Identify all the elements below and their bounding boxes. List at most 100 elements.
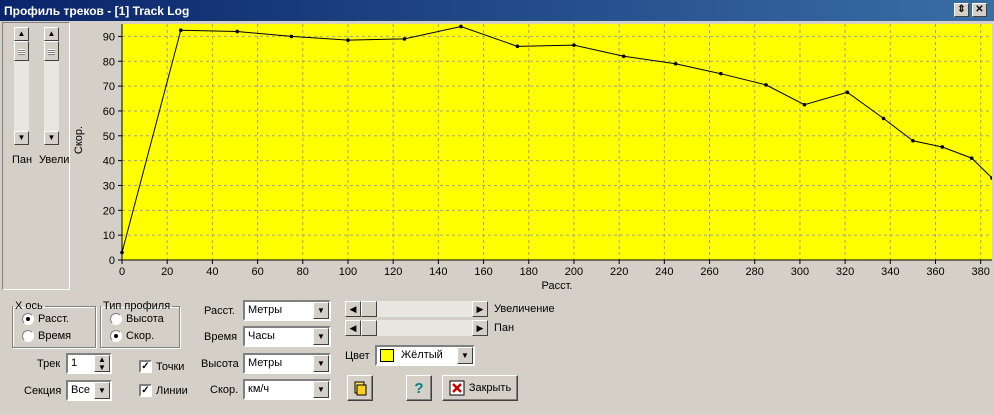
track-spinner[interactable]: 1 ▲ ▼ (66, 353, 112, 374)
pan-horizontal-slider[interactable]: ◀ ▶ (345, 320, 488, 336)
lines-checkbox[interactable]: ✓ Линии (139, 384, 188, 397)
data-point (764, 83, 768, 87)
track-profile-window: Профиль треков - [1] Track Log ⇕ ✕ ▲ ▼ ▲… (0, 0, 994, 415)
close-window-button[interactable]: ✕ (972, 3, 987, 17)
x-tick-label: 60 (251, 266, 263, 278)
chevron-down-icon[interactable]: ▼ (457, 347, 473, 364)
profile-radio-altitude[interactable]: Высота (110, 313, 164, 325)
help-button[interactable]: ? (406, 375, 432, 401)
distance-unit-label: Расст. (204, 305, 235, 317)
close-button-label: Закрыть (468, 382, 512, 394)
color-swatch (380, 349, 394, 362)
altitude-unit-label: Высота (201, 358, 239, 370)
data-point (346, 38, 350, 42)
pan-slider-text: Пан (494, 322, 515, 334)
title-bar: Профиль треков - [1] Track Log ⇕ ✕ (0, 0, 994, 21)
profile-type-group-legend: Тип профиля (103, 300, 171, 312)
chart-svg: 0 20 40 60 80 100 120 140 160 180 200 220 240 260 280 3… (73, 24, 994, 292)
pan-vertical-slider[interactable]: ▲ ▼ (14, 27, 29, 145)
chevron-down-icon[interactable]: ▼ (313, 355, 329, 372)
data-point (940, 145, 945, 149)
zoom-h-thumb[interactable] (361, 301, 377, 317)
data-point (845, 90, 850, 95)
pan-h-thumb[interactable] (361, 320, 377, 336)
zoom-up-arrow-icon[interactable]: ▲ (44, 27, 59, 41)
data-point (572, 43, 576, 47)
section-value: Все (71, 384, 90, 396)
zoom-horizontal-slider[interactable]: ◀ ▶ (345, 301, 488, 317)
zoom-slider-thumb[interactable] (44, 41, 59, 61)
plot-background (122, 24, 992, 260)
data-point (459, 24, 463, 29)
data-point (719, 71, 723, 76)
window-title: Профиль треков - [1] Track Log (4, 4, 190, 18)
y-tick-label: 80 (103, 56, 115, 68)
y-tick-label: 70 (103, 81, 115, 93)
distance-unit-select[interactable]: Метры ▼ (243, 300, 331, 321)
radio-altitude-indicator[interactable] (110, 313, 122, 325)
zoom-vertical-slider[interactable]: ▲ ▼ (44, 27, 59, 145)
pan-down-arrow-icon[interactable]: ▼ (14, 131, 29, 145)
chevron-down-icon[interactable]: ▼ (313, 381, 329, 398)
x-axis-label: Расст. (542, 280, 573, 292)
copy-button[interactable] (347, 375, 373, 401)
time-unit-select[interactable]: Часы ▼ (243, 326, 331, 347)
points-checkbox-label: Точки (156, 360, 185, 373)
pan-right-arrow-icon[interactable]: ▶ (472, 320, 488, 336)
chevron-down-icon[interactable]: ▼ (94, 382, 110, 399)
lines-check-icon[interactable]: ✓ (139, 384, 152, 397)
color-select[interactable]: Жёлтый ▼ (375, 345, 475, 366)
radio-speed-indicator[interactable] (110, 330, 122, 342)
x-tick-label: 360 (926, 266, 944, 278)
lines-checkbox-label: Линии (156, 384, 188, 397)
x-axis-group-legend: X ось (15, 300, 43, 312)
zoom-right-arrow-icon[interactable]: ▶ (472, 301, 488, 317)
x-axis-radio-time[interactable]: Время (22, 330, 71, 342)
data-point (120, 250, 124, 255)
x-tick-label: 240 (655, 266, 673, 278)
x-tick-label: 160 (474, 266, 492, 278)
data-point (881, 116, 886, 121)
track-spin-arrows-icon[interactable]: ▲ ▼ (94, 355, 110, 372)
x-tick-label: 260 (700, 266, 718, 278)
x-tick-label: 180 (520, 266, 538, 278)
distance-unit-value: Метры (248, 304, 283, 316)
section-label: Секция (24, 385, 62, 397)
x-tick-label: 0 (119, 266, 125, 278)
chevron-down-icon[interactable]: ▼ (313, 302, 329, 319)
section-select[interactable]: Все ▼ (66, 380, 112, 401)
color-value: Жёлтый (401, 349, 443, 361)
restore-button[interactable]: ⇕ (954, 3, 969, 17)
close-button[interactable]: Закрыть (442, 375, 518, 401)
points-check-icon[interactable]: ✓ (139, 360, 152, 373)
control-panel: X ось Расст. Время Тип профиля Высота Ск… (0, 292, 994, 415)
altitude-unit-select[interactable]: Метры ▼ (243, 353, 331, 374)
speed-unit-value: км/ч (248, 383, 270, 395)
data-point (621, 54, 626, 59)
x-tick-label: 40 (206, 266, 218, 278)
radio-distance-indicator[interactable] (22, 313, 34, 325)
pan-left-arrow-icon[interactable]: ◀ (345, 320, 361, 336)
chevron-down-icon[interactable]: ▼ (313, 328, 329, 345)
profile-radio-speed[interactable]: Скор. (110, 330, 154, 342)
radio-time-label: Время (38, 330, 72, 342)
radio-time-indicator[interactable] (22, 330, 34, 342)
x-tick-label: 320 (836, 266, 854, 278)
pan-up-arrow-icon[interactable]: ▲ (14, 27, 29, 41)
x-axis-radio-distance[interactable]: Расст. (22, 313, 69, 325)
speed-unit-select[interactable]: км/ч ▼ (243, 379, 331, 400)
x-tick-label: 220 (610, 266, 628, 278)
radio-speed-label: Скор. (126, 330, 155, 342)
speed-unit-label: Скор. (210, 384, 239, 396)
y-tick-label: 10 (103, 230, 115, 242)
pan-slider-thumb[interactable] (14, 41, 29, 61)
time-unit-label: Время (204, 331, 238, 343)
close-x-icon (449, 380, 465, 396)
radio-distance-label: Расст. (38, 313, 69, 325)
data-point (515, 44, 520, 49)
points-checkbox[interactable]: ✓ Точки (139, 360, 184, 373)
zoom-left-arrow-icon[interactable]: ◀ (345, 301, 361, 317)
y-tick-label: 90 (103, 31, 115, 43)
y-tick-label: 50 (103, 131, 115, 143)
zoom-down-arrow-icon[interactable]: ▼ (44, 131, 59, 145)
